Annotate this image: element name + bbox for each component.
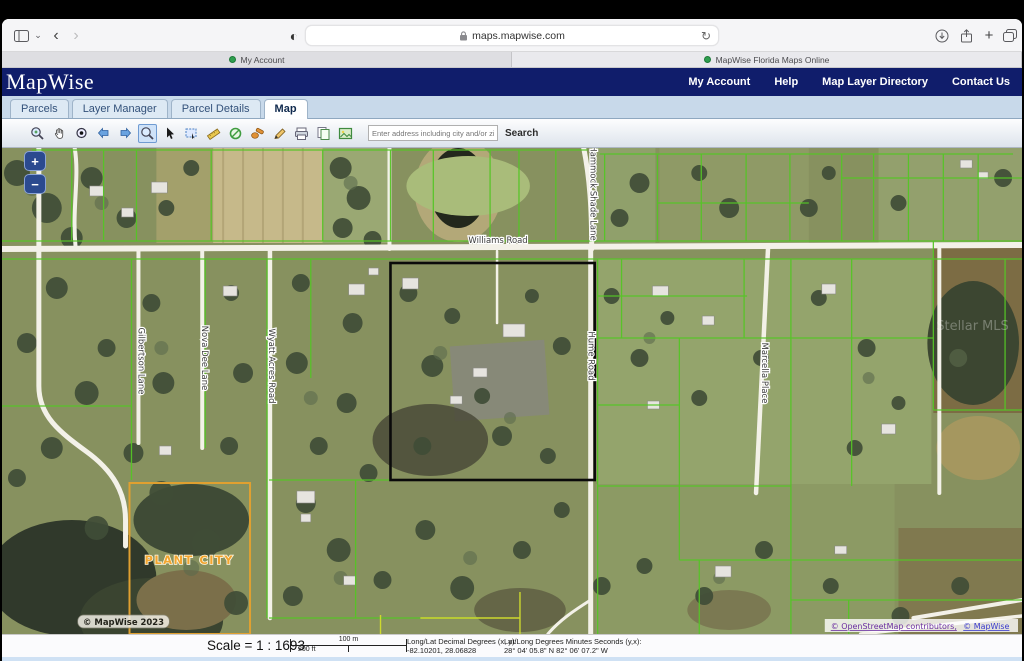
scale-bar-metric: 100 m (290, 636, 407, 643)
nav-my-account[interactable]: My Account (688, 76, 750, 88)
mapwise-attribution-link[interactable]: © MapWise (963, 622, 1009, 631)
lock-icon (459, 31, 468, 41)
decimal-coordinates-label: Long/Lat Decimal Degrees (x, y): (407, 637, 517, 646)
mapwise-logo[interactable]: MapWise (6, 69, 94, 95)
next-extent-icon[interactable] (116, 124, 135, 143)
select-box-icon[interactable] (182, 124, 201, 143)
label-marcella-place: Marcella Place (760, 343, 770, 404)
clear-selection-icon[interactable] (226, 124, 245, 143)
search-button[interactable]: Search (505, 128, 538, 139)
tab-layer-manager[interactable]: Layer Manager (72, 99, 168, 118)
map-attribution: © OpenStreetMap contributors, © MapWise (825, 619, 1018, 632)
dms-coordinates-value: 28° 04' 05.8" N 82° 06' 07.2" W (504, 646, 641, 655)
label-hume-road: Hume Road (587, 331, 597, 380)
browser-toolbar: ⌄ ‹ › ◐ maps.mapwise.com ↻ + (2, 19, 1022, 52)
site-nav: My Account Help Map Layer Directory Cont… (688, 76, 1010, 88)
share-icon[interactable] (958, 19, 974, 52)
pan-icon[interactable] (50, 124, 69, 143)
map-copyright-badge: © MapWise 2023 (78, 615, 170, 628)
reload-icon[interactable]: ↻ (701, 29, 711, 43)
decimal-coordinates-value: -82.10201, 28.06828 (407, 646, 517, 655)
app-tab-bar: Parcels Layer Manager Parcel Details Map (2, 96, 1022, 119)
tab-overview-icon[interactable] (1002, 19, 1018, 52)
tab-parcels[interactable]: Parcels (10, 99, 69, 118)
label-gilbertson-lane: Gilbertson Lane (136, 328, 146, 395)
new-tab-icon[interactable]: + (981, 19, 997, 52)
sidebar-icon[interactable] (10, 19, 32, 52)
label-hammock-shade-lane: Hammock Shade Lane (589, 148, 599, 241)
label-plant-city: PLANT CITY (144, 553, 234, 567)
stellar-mls-watermark: Stellar MLS (936, 319, 1008, 334)
browser-tab-label: My Account (241, 55, 285, 65)
browser-tab-mapwise[interactable]: MapWise Florida Maps Online (512, 52, 1022, 67)
tab-favicon (704, 56, 711, 63)
copy-icon[interactable] (314, 124, 333, 143)
address-search-input[interactable] (368, 125, 498, 141)
tab-favicon (229, 56, 236, 63)
zoom-in-icon[interactable] (28, 124, 47, 143)
svg-text:© MapWise 2023: © MapWise 2023 (83, 617, 164, 627)
tab-parcel-details[interactable]: Parcel Details (171, 99, 261, 118)
nav-map-layer-directory[interactable]: Map Layer Directory (822, 76, 928, 88)
map-viewport[interactable]: Williams Road Hammock Shade Lane Gilbert… (2, 148, 1022, 634)
road-williams (2, 245, 1022, 249)
browser-tab-my-account[interactable]: My Account (2, 52, 512, 67)
export-image-icon[interactable] (336, 124, 355, 143)
forward-button[interactable]: › (68, 19, 84, 52)
nav-help[interactable]: Help (774, 76, 798, 88)
site-header: MapWise My Account Help Map Layer Direct… (2, 68, 1022, 96)
scale-bar-imperial: 200 ft (298, 646, 316, 653)
map-toolbar: Search (2, 119, 1022, 148)
browser-tab-label: MapWise Florida Maps Online (716, 55, 830, 65)
chevron-down-icon[interactable]: ⌄ (32, 19, 44, 52)
zoom-full-extent-icon[interactable] (72, 124, 91, 143)
map-status-bar: Scale = 1 : 1693 100 m 200 ft Long/Lat D… (2, 634, 1022, 657)
url-bar[interactable]: maps.mapwise.com ↻ (305, 25, 719, 46)
nav-contact-us[interactable]: Contact Us (952, 76, 1010, 88)
back-button[interactable]: ‹ (48, 19, 64, 52)
label-williams-road: Williams Road (468, 235, 527, 245)
downloads-icon[interactable] (934, 19, 950, 52)
osm-attribution-link[interactable]: © OpenStreetMap contributors, (831, 622, 957, 631)
zoom-in-button[interactable]: + (24, 151, 46, 171)
label-nova-dee-lane: Nova Dee Lane (200, 326, 210, 391)
page-bottom-strip (2, 657, 1022, 661)
dms-coordinates: Lat/Long Degrees Minutes Seconds (y,x): … (504, 637, 641, 655)
previous-extent-icon[interactable] (94, 124, 113, 143)
draw-icon[interactable] (270, 124, 289, 143)
zoom-out-button[interactable]: − (24, 174, 46, 194)
road-northwest (75, 148, 77, 249)
url-text: maps.mapwise.com (472, 30, 565, 42)
browser-window: ⌄ ‹ › ◐ maps.mapwise.com ↻ + My Account (2, 19, 1022, 661)
zoom-box-icon[interactable] (138, 124, 157, 143)
decimal-coordinates: Long/Lat Decimal Degrees (x, y): -82.102… (407, 637, 517, 655)
identify-icon[interactable] (248, 124, 267, 143)
macos-menu-bar (0, 0, 1024, 19)
tab-map[interactable]: Map (264, 99, 308, 119)
select-pointer-icon[interactable] (160, 124, 179, 143)
browser-tab-strip: My Account MapWise Florida Maps Online (2, 52, 1022, 68)
aerial-map: Williams Road Hammock Shade Lane Gilbert… (2, 148, 1022, 634)
label-wyatt-acres-road: Wyatt Acres Road (267, 328, 277, 403)
privacy-shield-icon[interactable]: ◐ (286, 19, 302, 52)
measure-icon[interactable] (204, 124, 223, 143)
print-icon[interactable] (292, 124, 311, 143)
dms-coordinates-label: Lat/Long Degrees Minutes Seconds (y,x): (504, 637, 641, 646)
map-zoom-control: + − (24, 151, 46, 194)
scale-bar: 100 m 200 ft (290, 639, 407, 653)
address-search: Search (368, 125, 538, 141)
